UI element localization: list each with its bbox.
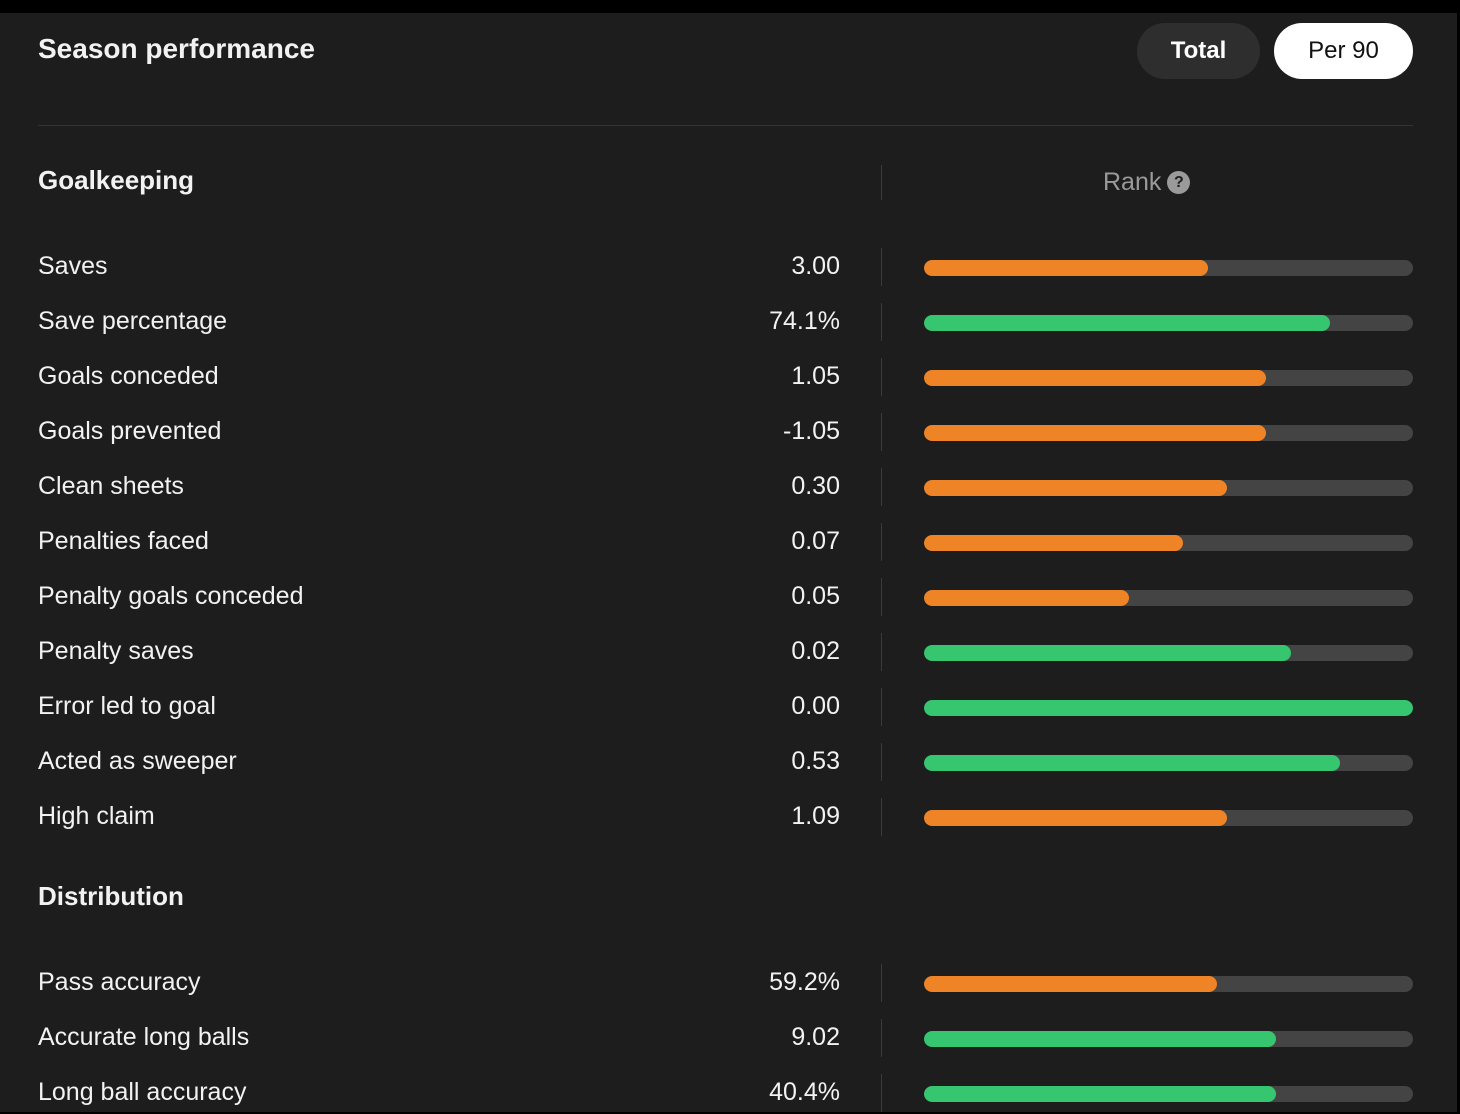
row-divider <box>881 798 882 836</box>
stat-row: Goals prevented -1.05 <box>0 413 1457 453</box>
rank-bar-fill <box>924 590 1130 606</box>
rank-bar <box>924 700 1413 716</box>
stat-label: Goals prevented <box>38 417 222 445</box>
section-title: Distribution <box>38 881 184 911</box>
rank-bar-fill <box>924 535 1184 551</box>
stat-value: 0.05 <box>791 582 840 610</box>
stat-label: Goals conceded <box>38 362 219 390</box>
stat-value: 74.1% <box>769 307 840 335</box>
rank-bar-fill <box>924 810 1228 826</box>
rank-bar-fill <box>924 976 1218 992</box>
row-divider <box>881 523 882 561</box>
stat-row: Pass accuracy 59.2% <box>0 964 1457 1004</box>
rank-bar <box>924 425 1413 441</box>
rank-bar-fill <box>924 260 1208 276</box>
stat-label: Pass accuracy <box>38 968 201 996</box>
rank-bar <box>924 370 1413 386</box>
stat-value: 9.02 <box>791 1023 840 1051</box>
stat-value: 0.30 <box>791 472 840 500</box>
rank-bar <box>924 645 1413 661</box>
row-divider <box>881 1074 882 1112</box>
row-divider <box>881 358 882 396</box>
rank-bar <box>924 810 1413 826</box>
stat-label: Penalty saves <box>38 637 194 665</box>
stat-row: Saves 3.00 <box>0 248 1457 288</box>
rank-bar <box>924 1031 1413 1047</box>
row-divider <box>881 248 882 286</box>
stat-value: 1.05 <box>791 362 840 390</box>
rank-bar-fill <box>924 645 1291 661</box>
stat-label: Error led to goal <box>38 692 216 720</box>
help-icon[interactable]: ? <box>1167 171 1191 194</box>
row-divider <box>881 303 882 341</box>
row-divider <box>881 633 882 671</box>
rank-bar-fill <box>924 480 1228 496</box>
stat-value: 0.00 <box>791 692 840 720</box>
stat-row: High claim 1.09 <box>0 798 1457 838</box>
rank-bar <box>924 1086 1413 1102</box>
row-divider <box>881 1019 882 1057</box>
stat-row: Penalties faced 0.07 <box>0 523 1457 563</box>
stat-value: 40.4% <box>769 1078 840 1106</box>
rank-bar <box>924 755 1413 771</box>
stat-label: High claim <box>38 802 155 830</box>
row-divider <box>881 964 882 1002</box>
stat-value: 0.07 <box>791 527 840 555</box>
rank-label: Rank <box>1103 168 1162 196</box>
page-title: Season performance <box>38 33 315 64</box>
rank-bar-fill <box>924 1031 1277 1047</box>
per90-toggle-button[interactable]: Per 90 <box>1274 23 1413 79</box>
stat-label: Save percentage <box>38 307 228 335</box>
row-divider <box>881 743 882 781</box>
stat-value: 1.09 <box>791 802 840 830</box>
total-toggle-button[interactable]: Total <box>1137 23 1260 79</box>
row-divider <box>881 413 882 451</box>
stat-value: 3.00 <box>791 252 840 280</box>
stat-value: -1.05 <box>783 417 840 445</box>
rank-bar-fill <box>924 315 1330 331</box>
stat-value: 59.2% <box>769 968 840 996</box>
rank-header: Rank ? <box>1103 168 1191 197</box>
rank-bar-fill <box>924 425 1267 441</box>
stat-label: Penalties faced <box>38 527 209 555</box>
stat-row: Goals conceded 1.05 <box>0 358 1457 398</box>
stat-label: Accurate long balls <box>38 1023 250 1051</box>
stat-row: Penalty goals conceded 0.05 <box>0 578 1457 618</box>
stat-row: Save percentage 74.1% <box>0 303 1457 343</box>
rank-bar <box>924 480 1413 496</box>
stat-row: Acted as sweeper 0.53 <box>0 743 1457 783</box>
stat-label: Saves <box>38 252 108 280</box>
stat-label: Penalty goals conceded <box>38 582 304 610</box>
rank-bar <box>924 315 1413 331</box>
divider <box>38 125 1413 126</box>
season-performance-panel: Season performance Total Per 90 Rank ? G… <box>0 13 1457 1112</box>
rank-bar <box>924 976 1413 992</box>
rank-bar-fill <box>924 755 1340 771</box>
stat-row: Accurate long balls 9.02 <box>0 1019 1457 1059</box>
row-divider <box>881 468 882 506</box>
stat-value: 0.02 <box>791 637 840 665</box>
stat-row: Penalty saves 0.02 <box>0 633 1457 673</box>
stat-row: Long ball accuracy 40.4% <box>0 1074 1457 1114</box>
rank-bar <box>924 590 1413 606</box>
rank-bar-fill <box>924 370 1267 386</box>
row-divider <box>881 688 882 726</box>
rank-bar-fill <box>924 1086 1277 1102</box>
rank-bar-fill <box>924 700 1413 716</box>
stat-label: Acted as sweeper <box>38 747 237 775</box>
section-title: Goalkeeping <box>38 165 195 195</box>
stat-label: Clean sheets <box>38 472 184 500</box>
stat-label: Long ball accuracy <box>38 1078 247 1106</box>
stat-row: Clean sheets 0.30 <box>0 468 1457 508</box>
rank-bar <box>924 260 1413 276</box>
stat-value: 0.53 <box>791 747 840 775</box>
rank-bar <box>924 535 1413 551</box>
row-divider <box>881 578 882 616</box>
stat-row: Error led to goal 0.00 <box>0 688 1457 728</box>
column-divider <box>881 165 882 200</box>
